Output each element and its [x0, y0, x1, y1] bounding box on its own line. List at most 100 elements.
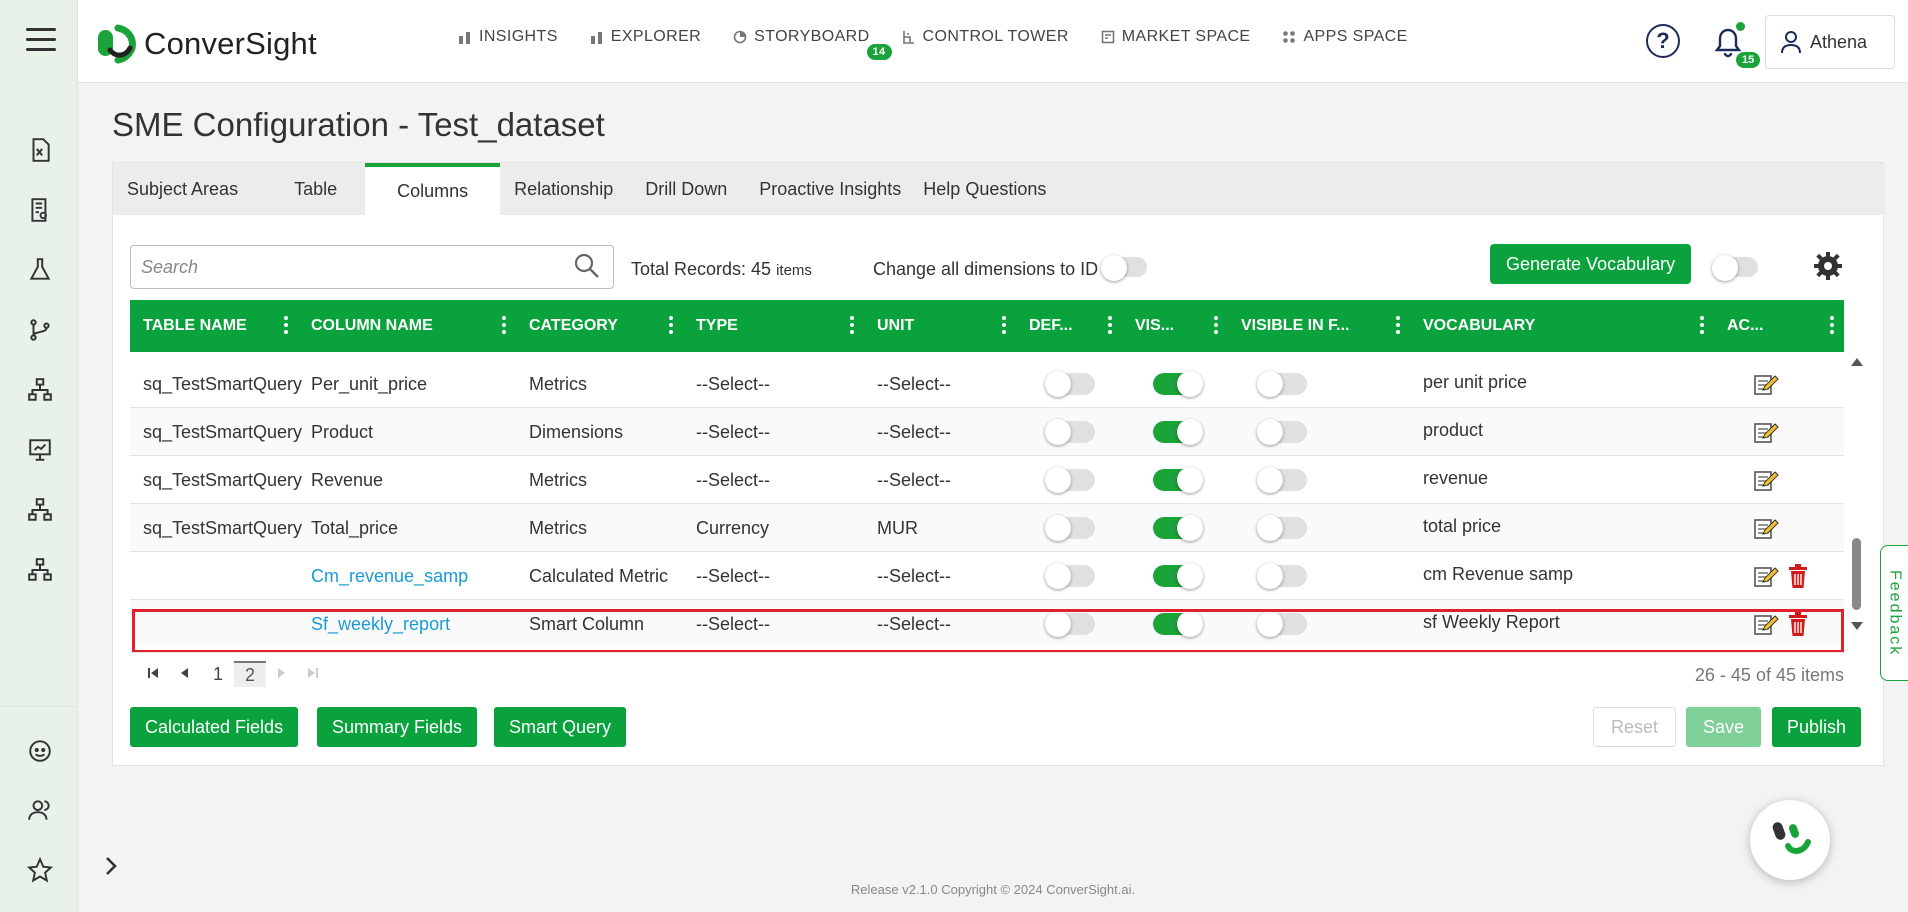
edit-icon[interactable]	[1753, 468, 1779, 492]
column-menu-icon[interactable]	[502, 316, 506, 334]
cell-column[interactable]: Cm_revenue_samp	[311, 566, 468, 587]
column-menu-icon[interactable]	[669, 316, 673, 334]
flask-icon[interactable]	[24, 254, 56, 286]
cell-vocabulary[interactable]: revenue	[1423, 468, 1488, 489]
generate-vocabulary-button[interactable]: Generate Vocabulary	[1490, 244, 1692, 284]
users-icon[interactable]	[24, 794, 56, 826]
nav-explorer[interactable]: EXPLORER	[590, 28, 701, 46]
col-header-visible[interactable]: VIS...	[1122, 300, 1228, 352]
gear-icon[interactable]	[1813, 251, 1843, 281]
table-row[interactable]: Cm_revenue_samp Calculated Metric --Select…	[130, 552, 1844, 600]
calculated-fields-button[interactable]: Calculated Fields	[130, 707, 299, 747]
help-icon[interactable]: ?	[1646, 24, 1680, 58]
column-menu-icon[interactable]	[1214, 316, 1218, 334]
visf-toggle[interactable]	[1257, 515, 1307, 541]
cell-vocabulary[interactable]: sf Weekly Report	[1423, 612, 1560, 633]
def-toggle[interactable]	[1045, 611, 1095, 637]
cell-vocabulary[interactable]: product	[1423, 420, 1483, 441]
col-header-column-name[interactable]: COLUMN NAME	[298, 300, 516, 352]
visf-toggle[interactable]	[1257, 563, 1307, 589]
report-search-icon[interactable]	[24, 194, 56, 226]
page-1[interactable]: 1	[208, 661, 228, 687]
scroll-thumb[interactable]	[1852, 538, 1861, 610]
smart-query-button[interactable]: Smart Query	[494, 707, 627, 747]
column-menu-icon[interactable]	[1002, 316, 1006, 334]
col-header-table-name[interactable]: TABLE NAME	[130, 300, 298, 352]
column-menu-icon[interactable]	[1396, 316, 1400, 334]
search-input[interactable]: Search	[130, 245, 614, 289]
delete-icon[interactable]	[1787, 563, 1809, 589]
search-icon[interactable]	[573, 252, 601, 280]
last-page-icon[interactable]	[306, 666, 320, 680]
column-menu-icon[interactable]	[284, 316, 288, 334]
table-row[interactable]: sq_TestSmartQuery Revenue Metrics --Select-…	[130, 456, 1844, 504]
tab-table[interactable]: Table	[252, 163, 365, 215]
expand-sidebar-chevron-icon[interactable]	[100, 855, 122, 877]
page-2[interactable]: 2	[234, 661, 266, 687]
edit-icon[interactable]	[1753, 612, 1779, 636]
scroll-down-arrow-icon[interactable]	[1851, 622, 1863, 630]
col-header-unit[interactable]: UNIT	[864, 300, 1016, 352]
edit-icon[interactable]	[1753, 564, 1779, 588]
nav-storyboard[interactable]: STORYBOARD 14	[733, 28, 892, 60]
vis-toggle[interactable]	[1153, 419, 1203, 445]
feedback-tab[interactable]: Feedback	[1880, 545, 1908, 681]
menu-icon[interactable]	[26, 28, 56, 54]
scroll-up-arrow-icon[interactable]	[1851, 358, 1863, 366]
column-menu-icon[interactable]	[1700, 316, 1704, 334]
edit-icon[interactable]	[1753, 372, 1779, 396]
nav-insights[interactable]: INSIGHTS	[458, 28, 558, 46]
cell-column[interactable]: Sf_weekly_report	[311, 614, 450, 635]
visf-toggle[interactable]	[1257, 371, 1307, 397]
tab-relationship[interactable]: Relationship	[500, 163, 627, 215]
user-menu[interactable]: Athena	[1765, 15, 1895, 69]
publish-button[interactable]: Publish	[1772, 707, 1862, 747]
first-page-icon[interactable]	[146, 666, 160, 680]
cell-vocabulary[interactable]: total price	[1423, 516, 1501, 537]
column-menu-icon[interactable]	[850, 316, 854, 334]
def-toggle[interactable]	[1045, 371, 1095, 397]
vis-toggle[interactable]	[1153, 563, 1203, 589]
presentation-chart-icon[interactable]	[24, 434, 56, 466]
nav-market-space[interactable]: MARKET SPACE	[1101, 28, 1251, 46]
vis-toggle[interactable]	[1153, 371, 1203, 397]
def-toggle[interactable]	[1045, 515, 1095, 541]
summary-fields-button[interactable]: Summary Fields	[317, 707, 478, 747]
hierarchy-icon[interactable]	[24, 554, 56, 586]
chat-assistant-button[interactable]	[1750, 800, 1830, 880]
col-header-default[interactable]: DEF...	[1016, 300, 1122, 352]
def-toggle[interactable]	[1045, 563, 1095, 589]
cell-vocabulary[interactable]: per unit price	[1423, 372, 1527, 393]
table-row[interactable]: sq_TestSmartQuery Per_unit_price Metrics --…	[130, 360, 1844, 408]
table-row[interactable]: Sf_weekly_report Smart Column --Select-- --…	[130, 600, 1844, 644]
column-menu-icon[interactable]	[1830, 316, 1834, 334]
hierarchy-icon[interactable]	[24, 494, 56, 526]
column-menu-icon[interactable]	[1108, 316, 1112, 334]
def-toggle[interactable]	[1045, 467, 1095, 493]
nav-apps-space[interactable]: APPS SPACE	[1282, 28, 1407, 46]
tab-drill-down[interactable]: Drill Down	[627, 163, 745, 215]
tab-help-questions[interactable]: Help Questions	[915, 163, 1054, 215]
edit-icon[interactable]	[1753, 516, 1779, 540]
tab-columns[interactable]: Columns	[365, 163, 501, 215]
hierarchy-icon[interactable]	[24, 374, 56, 406]
next-page-icon[interactable]	[276, 666, 288, 680]
col-header-visible-in-filter[interactable]: VISIBLE IN F...	[1228, 300, 1410, 352]
col-header-category[interactable]: CATEGORY	[516, 300, 683, 352]
reset-button[interactable]: Reset	[1593, 707, 1677, 747]
visf-toggle[interactable]	[1257, 611, 1307, 637]
vis-toggle[interactable]	[1153, 467, 1203, 493]
logo[interactable]: ConverSight	[96, 24, 317, 64]
cell-vocabulary[interactable]: cm Revenue samp	[1423, 564, 1573, 585]
bot-face-icon[interactable]	[24, 734, 56, 766]
visf-toggle[interactable]	[1257, 419, 1307, 445]
table-row[interactable]: sq_TestSmartQuery Total_price Metrics Curre…	[130, 504, 1844, 552]
vocabulary-toggle[interactable]	[1712, 255, 1758, 281]
visf-toggle[interactable]	[1257, 467, 1307, 493]
save-button[interactable]: Save	[1686, 707, 1762, 747]
edit-icon[interactable]	[1753, 420, 1779, 444]
vis-toggle[interactable]	[1153, 611, 1203, 637]
col-header-vocabulary[interactable]: VOCABULARY	[1410, 300, 1714, 352]
def-toggle[interactable]	[1045, 419, 1095, 445]
vis-toggle[interactable]	[1153, 515, 1203, 541]
